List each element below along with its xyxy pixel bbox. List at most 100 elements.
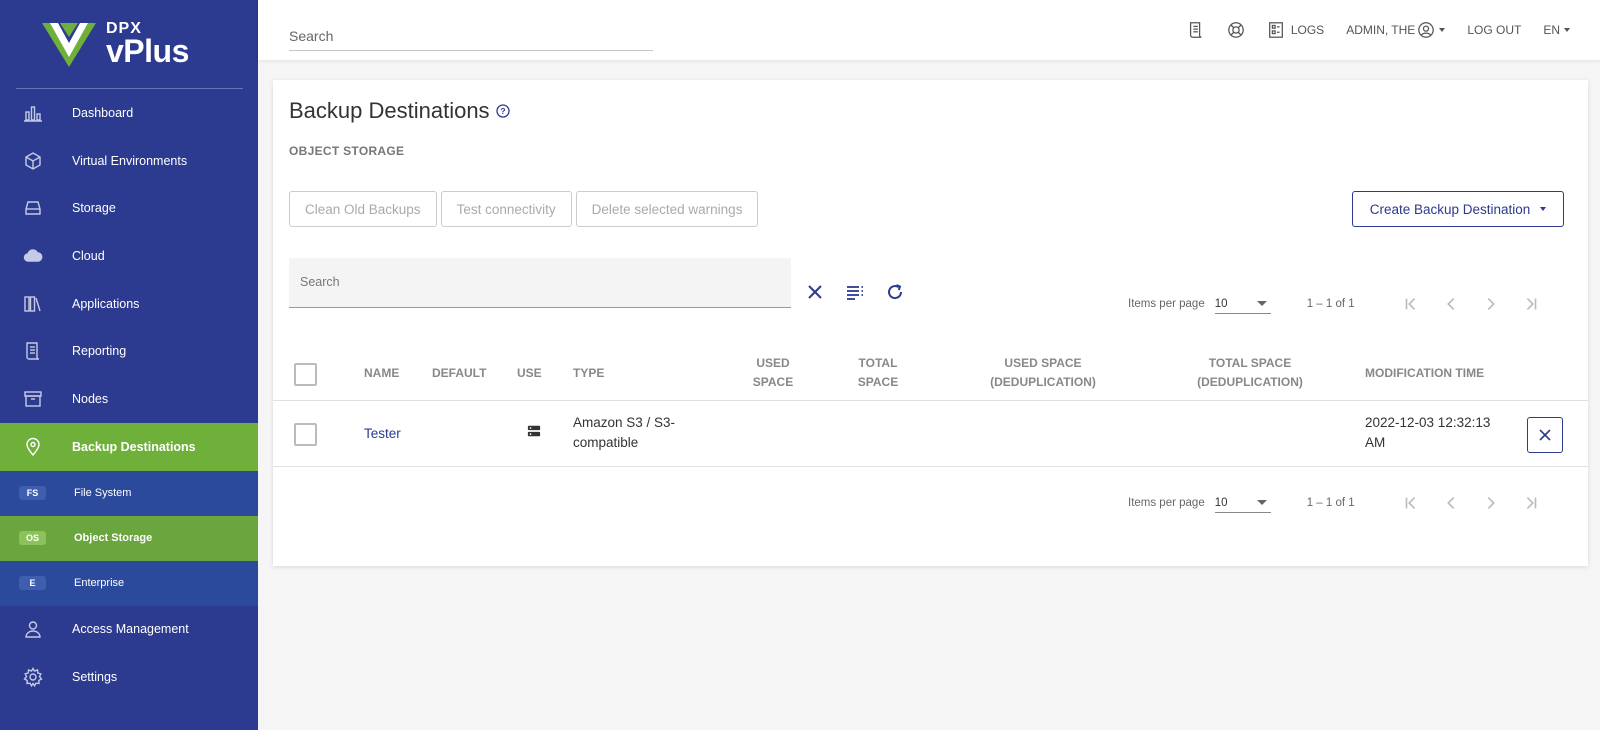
sidebar-subitem-label: File System (74, 487, 132, 499)
column-type[interactable]: TYPE (573, 364, 604, 383)
clear-search-button[interactable] (804, 281, 826, 303)
sidebar-item-label: Settings (72, 670, 118, 685)
chevron-down-icon (1564, 28, 1570, 32)
previous-page-button[interactable] (1439, 491, 1463, 515)
test-connectivity-button[interactable]: Test connectivity (440, 191, 572, 227)
items-per-page-select[interactable]: 10 (1214, 294, 1271, 314)
items-per-page-select[interactable]: 10 (1214, 493, 1271, 513)
table-header: NAME DEFAULT USE TYPE USED SPACE TOTAL S… (273, 346, 1588, 401)
last-page-button[interactable] (1519, 292, 1543, 316)
logs-label: LOGS (1290, 23, 1325, 37)
language-label: EN (1543, 23, 1560, 37)
column-name[interactable]: NAME (364, 364, 399, 383)
report-icon (22, 340, 44, 362)
first-page-icon (1405, 497, 1415, 509)
server-icon (527, 424, 543, 440)
select-all-checkbox[interactable] (294, 363, 317, 386)
cube-icon (22, 150, 44, 172)
sidebar-item-reporting[interactable]: Reporting (0, 327, 258, 375)
help-icon[interactable]: ? (495, 104, 510, 118)
dropdown-arrow-icon (1256, 500, 1267, 505)
app-logo[interactable]: DPX vPlus (0, 0, 258, 88)
create-button-label: Create Backup Destination (1369, 201, 1531, 217)
user-icon (22, 618, 44, 640)
table-search-input[interactable] (289, 258, 791, 306)
chevron-right-icon (1487, 298, 1495, 310)
sidebar-item-storage[interactable]: Storage (0, 184, 258, 232)
chevron-down-icon (1439, 28, 1446, 32)
logo-chevron-icon (42, 23, 96, 67)
report-icon (1189, 22, 1202, 38)
sub-badge: FS (19, 486, 46, 500)
type-line1: Amazon S3 / S3- (573, 415, 676, 430)
column-used-dedup-line1: USED SPACE (1004, 356, 1082, 370)
top-bar: LOGS ADMIN, THE LOG OUT EN (258, 0, 1600, 60)
column-modification-time[interactable]: MODIFICATION TIME (1365, 364, 1484, 383)
clean-old-backups-button[interactable]: Clean Old Backups (289, 191, 437, 227)
column-total-space-line2: SPACE (857, 375, 899, 389)
delete-row-button[interactable] (1527, 417, 1563, 453)
sidebar-item-applications[interactable]: Applications (0, 280, 258, 328)
location-pin-icon (22, 436, 44, 458)
next-page-button[interactable] (1479, 292, 1503, 316)
next-page-button[interactable] (1479, 491, 1503, 515)
column-use[interactable]: USE (517, 364, 542, 383)
column-used-dedup-line2: (DEDUPLICATION) (990, 375, 1096, 389)
sidebar-item-label: Cloud (72, 248, 105, 263)
close-icon (808, 285, 822, 299)
top-actions: LOGS ADMIN, THE LOG OUT EN (1165, 18, 1570, 42)
chevron-left-icon (1446, 497, 1454, 509)
language-selector[interactable]: EN (1543, 23, 1570, 37)
first-page-button[interactable] (1399, 491, 1423, 515)
sidebar-item-label: Dashboard (72, 105, 134, 120)
table-row: Tester Amazon S3 / S3- compatible 2022-1… (273, 402, 1588, 467)
books-icon (22, 293, 44, 315)
chevron-left-icon (1446, 298, 1454, 310)
report-button[interactable] (1187, 21, 1205, 39)
destination-name-link[interactable]: Tester (364, 424, 401, 444)
global-search-input[interactable] (289, 24, 653, 48)
support-button[interactable] (1227, 21, 1245, 39)
column-total-space-dedup[interactable]: TOTAL SPACE (DEDUPLICATION) (1180, 354, 1320, 392)
sidebar-item-cloud[interactable]: Cloud (0, 232, 258, 280)
global-search (289, 24, 653, 51)
first-page-button[interactable] (1399, 292, 1423, 316)
sidebar-subitem-label: Enterprise (74, 577, 125, 589)
columns-button[interactable] (844, 281, 866, 303)
items-per-page-value: 10 (1214, 297, 1228, 310)
sidebar-item-nodes[interactable]: Nodes (0, 375, 258, 423)
sidebar-subitem-file-system[interactable]: FS File System (0, 470, 258, 516)
column-default[interactable]: DEFAULT (432, 364, 486, 383)
paginator-bottom: Items per page 10 1 – 1 of 1 (1128, 491, 1543, 515)
logout-button[interactable]: LOG OUT (1467, 23, 1521, 37)
section-title: OBJECT STORAGE (289, 144, 405, 158)
row-checkbox[interactable] (294, 423, 317, 446)
last-page-button[interactable] (1519, 491, 1543, 515)
sidebar-item-dashboard[interactable]: Dashboard (0, 89, 258, 137)
sidebar-item-settings[interactable]: Settings (0, 653, 258, 701)
sidebar-item-virtual-environments[interactable]: Virtual Environments (0, 137, 258, 185)
page-title-text: Backup Destinations (289, 98, 490, 123)
delete-selected-warnings-button[interactable]: Delete selected warnings (575, 191, 759, 227)
sidebar-item-backup-destinations[interactable]: Backup Destinations (0, 422, 258, 471)
table-tools (804, 281, 906, 303)
sidebar-subitem-object-storage[interactable]: OS Object Storage (0, 515, 258, 561)
sidebar: DPX vPlus Dashboard Virtual Environments… (0, 0, 258, 730)
refresh-button[interactable] (884, 281, 906, 303)
refresh-icon (888, 284, 903, 300)
column-total-dedup-line2: (DEDUPLICATION) (1197, 375, 1303, 389)
logs-button[interactable]: LOGS (1267, 21, 1324, 39)
create-backup-destination-button[interactable]: Create Backup Destination (1352, 191, 1564, 227)
column-used-space-dedup[interactable]: USED SPACE (DEDUPLICATION) (973, 354, 1113, 392)
column-total-space[interactable]: TOTAL SPACE (838, 354, 918, 392)
column-total-space-line1: TOTAL (858, 356, 898, 370)
svg-text:?: ? (500, 106, 505, 116)
column-used-space[interactable]: USED SPACE (733, 354, 813, 392)
user-menu[interactable]: ADMIN, THE (1346, 21, 1446, 39)
cloud-icon (22, 245, 44, 267)
previous-page-button[interactable] (1439, 292, 1463, 316)
sidebar-subitem-enterprise[interactable]: E Enterprise (0, 560, 258, 606)
user-circle-icon (1418, 22, 1435, 38)
sidebar-item-access-management[interactable]: Access Management (0, 606, 258, 654)
destination-type: Amazon S3 / S3- compatible (573, 413, 675, 453)
